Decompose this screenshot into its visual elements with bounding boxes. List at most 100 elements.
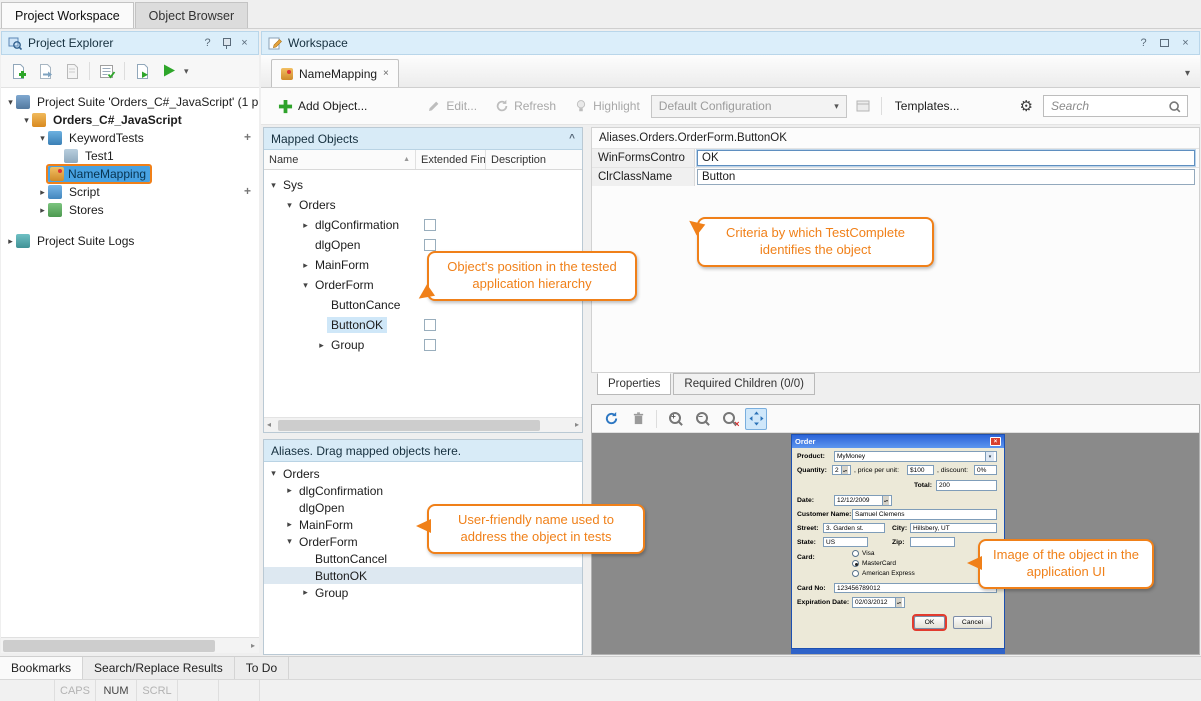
- delete-image-button[interactable]: [627, 408, 649, 430]
- column-extended-find[interactable]: Extended Find: [416, 150, 486, 169]
- zoom-reset-button[interactable]: ×: [718, 408, 740, 430]
- tab-bookmarks[interactable]: Bookmarks: [0, 657, 83, 679]
- chevron-down-icon[interactable]: [21, 115, 32, 126]
- chevron-right-icon[interactable]: [316, 340, 327, 351]
- tree-item-orders[interactable]: Orders: [264, 195, 582, 215]
- chevron-down-icon[interactable]: [268, 180, 279, 191]
- toolbar-separator: [89, 62, 90, 80]
- configuration-select[interactable]: Default Configuration ▾: [651, 95, 847, 118]
- column-name[interactable]: Name▲: [264, 150, 416, 169]
- float-icon[interactable]: [1160, 39, 1169, 47]
- tree-item-orders[interactable]: Orders: [264, 465, 582, 482]
- run-project-button[interactable]: [157, 58, 181, 84]
- scroll-left-arrow-icon[interactable]: ◂: [267, 420, 271, 429]
- chevron-down-icon[interactable]: [5, 97, 16, 108]
- add-existing-item-button[interactable]: [60, 58, 84, 84]
- help-icon[interactable]: ?: [1136, 37, 1151, 50]
- close-icon[interactable]: ×: [1178, 37, 1193, 50]
- close-icon[interactable]: ×: [237, 37, 252, 50]
- tab-search-replace-results[interactable]: Search/Replace Results: [83, 657, 235, 679]
- chevron-right-icon[interactable]: [37, 187, 48, 198]
- add-object-button[interactable]: Add Object...: [271, 94, 374, 119]
- chevron-down-icon[interactable]: [300, 280, 311, 291]
- horizontal-scrollbar[interactable]: ▸: [1, 637, 259, 653]
- zoom-out-button[interactable]: −: [691, 408, 713, 430]
- extended-find-checkbox[interactable]: [424, 239, 436, 251]
- refresh-image-button[interactable]: [600, 408, 622, 430]
- panel-title: Workspace: [288, 36, 1130, 50]
- property-row[interactable]: WinFormsContro OK: [592, 148, 1199, 167]
- extended-find-checkbox[interactable]: [424, 219, 436, 231]
- chevron-right-icon[interactable]: [5, 236, 16, 247]
- scroll-right-arrow-icon[interactable]: ▸: [251, 641, 255, 650]
- tree-item-label: Script: [66, 184, 103, 200]
- help-icon[interactable]: ?: [200, 37, 215, 50]
- tree-item-project[interactable]: Orders_C#_JavaScript: [1, 111, 259, 129]
- pin-icon[interactable]: [221, 37, 231, 50]
- tab-to-do[interactable]: To Do: [235, 657, 289, 679]
- tree-item-buttonok-selected[interactable]: ButtonOK: [264, 315, 582, 335]
- tree-item-label: Sys: [279, 177, 307, 193]
- chevron-down-icon[interactable]: [284, 536, 295, 547]
- tree-item-group[interactable]: Group: [264, 335, 582, 355]
- scrollbar-thumb[interactable]: [278, 420, 540, 431]
- tree-item-script[interactable]: Script +: [1, 183, 259, 201]
- chevron-right-icon[interactable]: [300, 260, 311, 271]
- chevron-right-icon[interactable]: [300, 220, 311, 231]
- tree-item-project-suite[interactable]: Project Suite 'Orders_C#_JavaScript' (1 …: [1, 93, 259, 111]
- extended-find-checkbox[interactable]: [424, 339, 436, 351]
- tree-item-sys[interactable]: Sys: [264, 175, 582, 195]
- chevron-right-icon[interactable]: [37, 205, 48, 216]
- extended-find-checkbox[interactable]: [424, 319, 436, 331]
- street-field: 3. Garden st.: [823, 523, 885, 533]
- property-value-field[interactable]: OK: [697, 150, 1195, 166]
- test-icon: [64, 149, 78, 163]
- property-value-field[interactable]: Button: [697, 169, 1195, 185]
- add-keyword-test-button[interactable]: +: [244, 130, 251, 144]
- tab-required-children[interactable]: Required Children (0/0): [673, 373, 815, 395]
- search-box[interactable]: [1043, 95, 1188, 117]
- doc-tab-namemapping[interactable]: NameMapping ×: [271, 59, 399, 87]
- chevron-down-icon[interactable]: [37, 133, 48, 144]
- tree-item-dlgconfirmation[interactable]: dlgConfirmation: [264, 215, 582, 235]
- chevron-down-icon[interactable]: [268, 468, 279, 479]
- tab-properties[interactable]: Properties: [597, 373, 671, 395]
- tree-item-test1[interactable]: Test1: [1, 147, 259, 165]
- search-input[interactable]: [1051, 99, 1167, 113]
- highlight-button[interactable]: Highlight: [567, 94, 647, 118]
- organize-tests-button[interactable]: [95, 58, 119, 84]
- collapse-icon[interactable]: ^: [569, 133, 575, 144]
- tab-object-browser[interactable]: Object Browser: [135, 2, 248, 28]
- tree-item-namemapping-selected[interactable]: NameMapping: [1, 165, 259, 183]
- gear-icon[interactable]: ⚙: [1014, 97, 1039, 115]
- refresh-button[interactable]: Refresh: [488, 94, 563, 118]
- chevron-right-icon[interactable]: [284, 485, 295, 496]
- zoom-in-button[interactable]: +: [664, 408, 686, 430]
- tree-item-buttonok-selected[interactable]: ButtonOK: [264, 567, 582, 584]
- horizontal-scrollbar[interactable]: ◂ ▸: [264, 417, 582, 432]
- run-dropdown-icon[interactable]: ▾: [184, 66, 189, 77]
- tree-item-group[interactable]: Group: [264, 584, 582, 601]
- templates-button[interactable]: Templates...: [888, 94, 967, 118]
- tab-list-dropdown-icon[interactable]: ▾: [1185, 68, 1190, 79]
- tab-project-workspace[interactable]: Project Workspace: [1, 2, 134, 28]
- add-script-button[interactable]: +: [244, 184, 251, 198]
- configuration-manager-button[interactable]: [851, 93, 875, 119]
- close-icon[interactable]: ×: [383, 68, 389, 79]
- add-new-item-button[interactable]: [33, 58, 57, 84]
- fit-to-window-button[interactable]: [745, 408, 767, 430]
- tree-item-stores[interactable]: Stores: [1, 201, 259, 219]
- tree-item-dlgconfirmation[interactable]: dlgConfirmation: [264, 482, 582, 499]
- chevron-right-icon[interactable]: [300, 587, 311, 598]
- property-row[interactable]: ClrClassName Button: [592, 167, 1199, 186]
- run-test-button[interactable]: [130, 58, 154, 84]
- scrollbar-thumb[interactable]: [3, 640, 215, 652]
- chevron-right-icon[interactable]: [284, 519, 295, 530]
- column-description[interactable]: Description: [486, 150, 582, 169]
- tree-item-project-suite-logs[interactable]: Project Suite Logs: [1, 232, 259, 250]
- chevron-down-icon[interactable]: [284, 200, 295, 211]
- add-project-item-button[interactable]: [6, 58, 30, 84]
- scroll-right-arrow-icon[interactable]: ▸: [575, 420, 579, 429]
- tree-item-keywordtests[interactable]: KeywordTests +: [1, 129, 259, 147]
- edit-button[interactable]: Edit...: [420, 94, 484, 118]
